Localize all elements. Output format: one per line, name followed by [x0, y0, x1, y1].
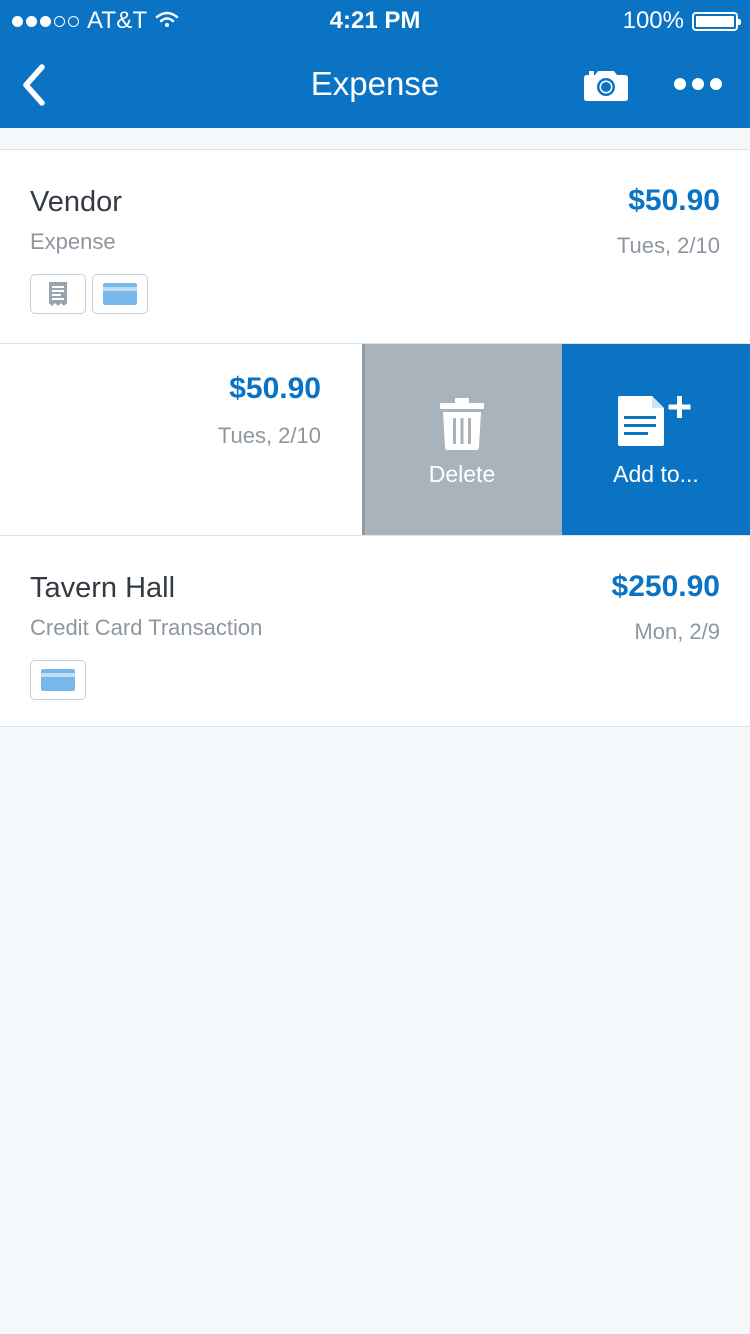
more-options-button[interactable]: [668, 62, 728, 106]
transaction-type: Expense: [30, 229, 116, 254]
transaction-row-swiped[interactable]: $50.90 Tues, 2/10 Delete Add to...: [0, 344, 750, 536]
battery-icon: [692, 11, 741, 31]
transaction-amount: $250.90: [611, 570, 720, 603]
transaction-amount: $50.90: [628, 184, 720, 217]
receipt-icon: [49, 282, 67, 306]
transaction-date: Tues, 2/10: [616, 233, 720, 258]
battery-percentage: 100%: [622, 7, 684, 34]
more-dots-icon: [674, 78, 722, 90]
add-report-icon-wrap: [562, 396, 750, 448]
list-top-spacer: [0, 128, 750, 150]
transaction-content: $50.90 Tues, 2/10: [0, 344, 362, 535]
transaction-date: Tues, 2/10: [217, 423, 321, 448]
chevron-left-icon: [23, 64, 45, 106]
camera-icon: [584, 71, 628, 101]
camera-button[interactable]: [580, 62, 632, 106]
back-button[interactable]: [14, 60, 54, 110]
add-to-label: Add to...: [613, 461, 699, 487]
attachment-badges: [30, 274, 148, 314]
transaction-type: Credit Card Transaction: [30, 615, 263, 640]
card-badge: [30, 660, 86, 700]
battery-fill: [696, 15, 734, 27]
transaction-amount: $50.90: [229, 372, 321, 405]
delete-label: Delete: [428, 461, 496, 487]
credit-card-icon: [41, 669, 75, 691]
trash-icon: [440, 398, 484, 450]
transaction-row[interactable]: Vendor Expense $50.90 Tues, 2/10: [0, 150, 750, 344]
delete-button[interactable]: Delete: [362, 344, 562, 535]
trash-icon-wrap: [362, 398, 562, 450]
transaction-vendor: Tavern Hall: [30, 572, 176, 604]
add-to-button[interactable]: Add to...: [562, 344, 750, 535]
transaction-vendor: Vendor: [30, 186, 122, 218]
receipt-badge: [30, 274, 86, 314]
app-header: AT&T 4:21 PM 100% Expense: [0, 0, 750, 128]
status-bar: AT&T 4:21 PM 100%: [0, 0, 750, 40]
transaction-row[interactable]: Tavern Hall Credit Card Transaction $250…: [0, 536, 750, 727]
status-right: 100%: [622, 6, 741, 36]
card-badge: [92, 274, 148, 314]
transaction-date: Mon, 2/9: [634, 619, 720, 644]
page-title: Expense: [310, 65, 440, 102]
credit-card-icon: [103, 283, 137, 305]
attachment-badges: [30, 660, 86, 700]
add-to-report-icon: [618, 396, 691, 446]
